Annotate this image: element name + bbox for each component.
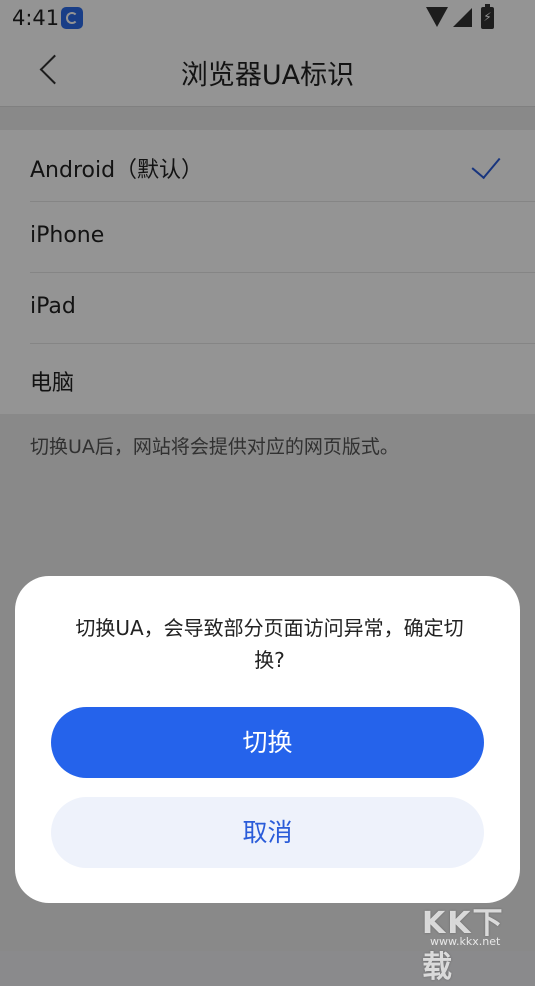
watermark-logo: KK下载 www.kkx.net [416,898,535,985]
confirm-switch-button[interactable]: 切换 [51,707,484,778]
watermark-url: www.kkx.net [430,935,501,948]
confirm-dialog: 切换UA，会导致部分页面访问异常，确定切换? 切换 取消 [15,576,520,903]
cancel-button[interactable]: 取消 [51,797,484,868]
dialog-message: 切换UA，会导致部分页面访问异常，确定切换? [75,616,464,672]
